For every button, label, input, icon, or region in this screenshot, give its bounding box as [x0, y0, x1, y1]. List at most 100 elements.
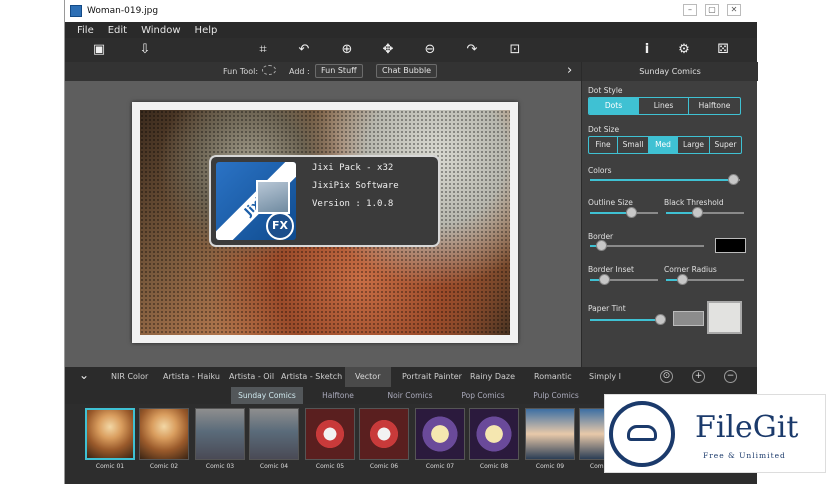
border-color-swatch[interactable]	[715, 238, 746, 253]
preset-thumbnail[interactable]	[85, 408, 135, 460]
dot-style-label: Dot Style	[588, 86, 623, 95]
colors-slider[interactable]	[590, 174, 740, 185]
preset-caption: Comic 02	[149, 463, 179, 470]
random-icon[interactable]: ⚄	[713, 41, 733, 59]
menu-help[interactable]: Help	[195, 25, 218, 36]
logo-fx-badge: FX	[266, 212, 294, 240]
minimize-button[interactable]: –	[683, 4, 697, 16]
filter-options-icon[interactable]: ⊙	[660, 370, 673, 383]
preset-thumbnail[interactable]	[249, 408, 299, 460]
dot-size-small[interactable]: Small	[618, 137, 649, 153]
dot-style-selector: Dots Lines Halftone	[588, 97, 741, 115]
dot-style-lines[interactable]: Lines	[639, 98, 689, 114]
outline-size-knob[interactable]	[625, 207, 637, 218]
style-tab-sunday-comics[interactable]: Sunday Comics	[231, 387, 303, 404]
filter-tab-sketch[interactable]: Artista - Sketch	[281, 372, 342, 381]
dot-style-dots[interactable]: Dots	[589, 98, 639, 114]
filter-tab-rainy-daze[interactable]: Rainy Daze	[470, 372, 515, 381]
dot-size-selector: Fine Small Med Large Super	[588, 136, 742, 154]
menu-edit[interactable]: Edit	[108, 25, 127, 36]
settings-icon[interactable]: ⚙	[674, 41, 694, 59]
dot-size-large[interactable]: Large	[678, 137, 710, 153]
preset-thumbnail[interactable]	[415, 408, 465, 460]
style-tab-noir-comics[interactable]: Noir Comics	[380, 387, 440, 404]
paper-tint-swatch[interactable]	[673, 311, 704, 326]
lasso-icon[interactable]	[262, 65, 276, 75]
fun-tool-label: Fun Tool:	[223, 67, 259, 76]
filter-tab-simply[interactable]: Simply I	[589, 372, 621, 381]
preset-thumbnail[interactable]	[359, 408, 409, 460]
style-tab-pulp-comics[interactable]: Pulp Comics	[527, 387, 585, 404]
style-tab-halftone[interactable]: Halftone	[313, 387, 363, 404]
menu-window[interactable]: Window	[141, 25, 180, 36]
crop-icon[interactable]: ⌗	[253, 41, 273, 59]
outline-size-fill	[590, 212, 631, 214]
preset-thumbnail[interactable]	[305, 408, 355, 460]
preset-caption: Comic 04	[259, 463, 289, 470]
fun-stuff-button[interactable]: Fun Stuff	[315, 64, 363, 78]
filter-toggle-icon[interactable]: ⌄	[79, 368, 89, 382]
preset-thumbnail[interactable]	[525, 408, 575, 460]
watermark-name: FileGit	[695, 410, 799, 445]
app-icon	[70, 5, 82, 17]
title-bar: Woman-019.jpg – ▢ ✕	[65, 0, 757, 22]
rotate-right-icon[interactable]: ↷	[462, 41, 482, 59]
add-filter-icon[interactable]: +	[692, 370, 705, 383]
filter-tabs: ⌄ NIR Color Artista - Haiku Artista - Oi…	[65, 367, 757, 387]
preset-thumbnail[interactable]	[469, 408, 519, 460]
border-inset-slider[interactable]	[590, 274, 658, 285]
corner-radius-slider[interactable]	[666, 274, 744, 285]
paper-tint-slider[interactable]	[590, 314, 667, 325]
rotate-left-icon[interactable]: ↶	[294, 41, 314, 59]
panel-title: Sunday Comics	[582, 62, 758, 81]
paper-texture-preview[interactable]	[707, 301, 742, 334]
dot-style-halftone[interactable]: Halftone	[689, 98, 740, 114]
menu-bar: File Edit Window Help	[65, 22, 757, 38]
preset-thumbnail[interactable]	[195, 408, 245, 460]
colors-slider-knob[interactable]	[727, 174, 739, 185]
dot-size-fine[interactable]: Fine	[589, 137, 618, 153]
black-threshold-knob[interactable]	[692, 207, 704, 218]
preset-thumbnail[interactable]	[139, 408, 189, 460]
filegit-watermark: FileGit Free & Unlimited	[604, 394, 826, 473]
colors-label: Colors	[588, 166, 612, 175]
border-slider-knob[interactable]	[596, 240, 608, 251]
fit-icon[interactable]: ⊡	[505, 41, 525, 59]
filter-tab-oil[interactable]: Artista - Oil	[229, 372, 274, 381]
border-inset-label: Border Inset	[588, 265, 634, 274]
zoom-in-icon[interactable]: ⊕	[337, 41, 357, 59]
dot-size-super[interactable]: Super	[710, 137, 741, 153]
about-dialog: JixiPix FX Jixi Pack - x32 JixiPix Softw…	[209, 155, 440, 247]
close-button[interactable]: ✕	[727, 4, 741, 16]
filter-tab-nir-color[interactable]: NIR Color	[111, 372, 148, 381]
remove-filter-icon[interactable]: −	[724, 370, 737, 383]
info-icon[interactable]: i	[637, 41, 657, 59]
add-label: Add :	[289, 67, 310, 76]
filter-tab-portrait-painter[interactable]: Portrait Painter	[402, 372, 462, 381]
filter-tab-vector[interactable]: Vector	[345, 367, 391, 387]
image-icon[interactable]: ▣	[89, 41, 109, 59]
outline-size-slider[interactable]	[590, 207, 658, 218]
pan-icon[interactable]: ✥	[378, 41, 398, 59]
corner-radius-knob[interactable]	[676, 274, 688, 285]
black-threshold-slider[interactable]	[666, 207, 744, 218]
border-inset-knob[interactable]	[598, 274, 610, 285]
style-tab-pop-comics[interactable]: Pop Comics	[455, 387, 511, 404]
preset-caption: Comic 06	[369, 463, 399, 470]
paper-tint-knob[interactable]	[655, 314, 667, 325]
toolbar: ▣ ⇩ ⌗ ↶ ⊕ ✥ ⊖ ↷ ⊡ i ⚙ ⚄	[65, 38, 757, 62]
chat-bubble-button[interactable]: Chat Bubble	[376, 64, 438, 78]
about-version: Version : 1.0.8	[312, 199, 394, 209]
preset-caption: Comic 03	[205, 463, 235, 470]
logo-photo	[256, 180, 290, 214]
filter-tab-haiku[interactable]: Artista - Haiku	[163, 372, 220, 381]
maximize-button[interactable]: ▢	[705, 4, 719, 16]
panel-toggle-icon[interactable]: ›	[567, 63, 572, 78]
dot-size-med[interactable]: Med	[649, 137, 678, 153]
menu-file[interactable]: File	[77, 25, 94, 36]
zoom-out-icon[interactable]: ⊖	[420, 41, 440, 59]
save-icon[interactable]: ⇩	[135, 41, 155, 59]
border-slider[interactable]	[590, 240, 704, 251]
about-company: JixiPix Software	[312, 181, 399, 191]
filter-tab-romantic[interactable]: Romantic	[534, 372, 572, 381]
